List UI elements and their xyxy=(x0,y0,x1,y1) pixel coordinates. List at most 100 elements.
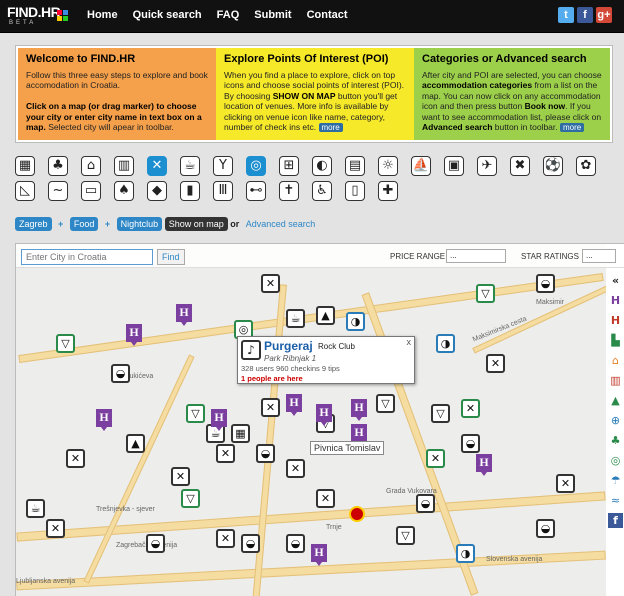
category-shop-icon[interactable]: ◐ xyxy=(312,156,332,176)
category-cocktail-icon[interactable]: Y xyxy=(213,156,233,176)
map-marker-food[interactable]: ◒ xyxy=(536,274,555,293)
hotel-marker-icon[interactable]: H xyxy=(176,304,192,326)
hotel-marker-icon[interactable]: H xyxy=(286,394,302,416)
collapse-chevron-icon[interactable]: « xyxy=(608,273,623,288)
map-marker-food[interactable]: ✕ xyxy=(286,459,305,478)
eco-category-icon[interactable]: ◎ xyxy=(608,453,623,468)
find-button[interactable]: Find xyxy=(157,249,185,265)
category-gym-icon[interactable]: ⊷ xyxy=(246,181,266,201)
map-marker-food[interactable]: ◒ xyxy=(416,494,435,513)
map-marker-food[interactable]: ◒ xyxy=(256,444,275,463)
category-tag-icon[interactable]: ◆ xyxy=(147,181,167,201)
crumb-food[interactable]: Food xyxy=(69,217,99,231)
map-marker-nightclub[interactable]: ▽ xyxy=(186,404,205,423)
hotel-marker-icon[interactable]: H xyxy=(476,454,492,476)
nav-quick-search[interactable]: Quick search xyxy=(133,9,202,21)
map-marker-food[interactable]: ✕ xyxy=(261,274,280,293)
price-range-select[interactable]: ... xyxy=(446,249,506,263)
facebook-icon[interactable]: f xyxy=(608,513,623,528)
nav-submit[interactable]: Submit xyxy=(254,9,291,21)
category-museum-icon[interactable]: ⌂ xyxy=(81,156,101,176)
categories-more-link[interactable]: more xyxy=(560,123,585,132)
hotel-marker-icon[interactable]: H xyxy=(351,399,367,421)
sea-waves-icon[interactable]: ≈ xyxy=(608,493,623,508)
category-ramp-icon[interactable]: ◺ xyxy=(15,181,35,201)
map-marker-food[interactable]: ▽ xyxy=(56,334,75,353)
category-tools-icon[interactable]: ✖ xyxy=(510,156,530,176)
nature-category-icon[interactable]: ♣ xyxy=(608,433,623,448)
nav-faq[interactable]: FAQ xyxy=(217,9,240,21)
map-marker-food[interactable]: ▲ xyxy=(316,306,335,325)
hotel-marker-icon[interactable]: H xyxy=(351,424,367,446)
category-tree-icon[interactable]: ♣ xyxy=(48,156,68,176)
map-marker-food[interactable]: ✕ xyxy=(171,467,190,486)
category-sailing-icon[interactable]: ⛵ xyxy=(411,156,431,176)
category-flower-icon[interactable]: ✿ xyxy=(576,156,596,176)
nav-contact[interactable]: Contact xyxy=(307,9,348,21)
category-grapes-icon[interactable]: ♠ xyxy=(114,181,134,201)
crumb-nightclub[interactable]: Nightclub xyxy=(116,217,163,231)
house-category-icon[interactable]: ⌂ xyxy=(608,353,623,368)
nav-home[interactable]: Home xyxy=(87,9,118,21)
category-coffee-icon[interactable]: ☕ xyxy=(180,156,200,176)
map-marker-food[interactable]: ✕ xyxy=(216,529,235,548)
category-food-icon[interactable]: ✕ xyxy=(147,156,167,176)
star-ratings-select[interactable]: ... xyxy=(582,249,616,263)
category-hospital-icon[interactable]: ✚ xyxy=(378,181,398,201)
map-marker-food[interactable]: ✕ xyxy=(486,354,505,373)
map-marker-food[interactable]: ✕ xyxy=(556,474,575,493)
map-marker-food[interactable]: ☕ xyxy=(286,309,305,328)
map-marker-food[interactable]: ✕ xyxy=(316,489,335,508)
category-shopping-cart-icon[interactable]: ⊞ xyxy=(279,156,299,176)
category-sports-ball-icon[interactable]: ⚽ xyxy=(543,156,563,176)
hotel-marker-icon[interactable]: H xyxy=(126,324,142,346)
googleplus-icon[interactable]: g+ xyxy=(596,7,612,23)
hotel-marker-icon[interactable]: H xyxy=(316,404,332,426)
map-marker-food[interactable]: ▽ xyxy=(376,394,395,413)
map-marker-food[interactable]: ☕ xyxy=(26,499,45,518)
map-marker-nightclub[interactable]: ▽ xyxy=(181,489,200,508)
hotel-category-icon[interactable]: H xyxy=(608,293,623,308)
campsite-category-icon[interactable]: ▲ xyxy=(608,393,623,408)
villa-category-icon[interactable]: ▥ xyxy=(608,373,623,388)
popup-close-icon[interactable]: x xyxy=(407,337,412,347)
map-marker-nightclub[interactable]: ▽ xyxy=(476,284,495,303)
map-marker-nightclub[interactable]: ✕ xyxy=(461,399,480,418)
beach-umbrella-icon[interactable]: ☂ xyxy=(608,473,623,488)
poi-more-link[interactable]: more xyxy=(318,123,343,132)
hostel-category-icon[interactable]: H xyxy=(608,313,623,328)
category-hiking-icon[interactable]: ♿ xyxy=(312,181,332,201)
category-whale-icon[interactable]: ~ xyxy=(48,181,68,201)
category-parking-icon[interactable]: ▯ xyxy=(345,181,365,201)
show-on-map-button[interactable]: Show on map xyxy=(164,217,228,231)
category-nightclub-icon[interactable]: ◎ xyxy=(246,156,266,176)
map-marker-food[interactable]: ◒ xyxy=(146,534,165,553)
map-marker-food[interactable]: ◒ xyxy=(461,434,480,453)
apartment-category-icon[interactable]: ▙ xyxy=(608,333,623,348)
venue-name[interactable]: Purgeraj xyxy=(264,339,313,353)
map-marker-food[interactable]: ▦ xyxy=(231,424,250,443)
city-search-input[interactable] xyxy=(21,249,153,265)
hotel-marker-icon[interactable]: H xyxy=(96,409,112,431)
category-grid-icon[interactable]: ▤ xyxy=(345,156,365,176)
map-marker-food[interactable]: ✕ xyxy=(261,398,280,417)
map-marker-food[interactable]: ✕ xyxy=(66,449,85,468)
findhr-logo[interactable]: FIND.HR BETA xyxy=(7,4,69,28)
category-columns-icon[interactable]: Ⅲ xyxy=(213,181,233,201)
hotel-marker-icon[interactable]: H xyxy=(211,409,227,431)
advanced-search-link[interactable]: Advanced search xyxy=(242,217,320,231)
category-bus-icon[interactable]: ▣ xyxy=(444,156,464,176)
twitter-icon[interactable]: t xyxy=(558,7,574,23)
map-marker-food[interactable]: ◒ xyxy=(286,534,305,553)
category-books-icon[interactable]: ▮ xyxy=(180,181,200,201)
map-marker-food[interactable]: ▲ xyxy=(126,434,145,453)
map-marker-nightclub[interactable]: ✕ xyxy=(426,449,445,468)
category-factory-icon[interactable]: ▦ xyxy=(15,156,35,176)
map-marker-food[interactable]: ✕ xyxy=(46,519,65,538)
hotel-marker-icon[interactable]: H xyxy=(311,544,327,566)
category-sun-icon[interactable]: ☼ xyxy=(378,156,398,176)
category-plane-icon[interactable]: ✈ xyxy=(477,156,497,176)
current-location-marker[interactable] xyxy=(349,506,365,522)
map-marker-food[interactable]: ▽ xyxy=(431,404,450,423)
crumb-zagreb[interactable]: Zagreb xyxy=(15,217,52,231)
